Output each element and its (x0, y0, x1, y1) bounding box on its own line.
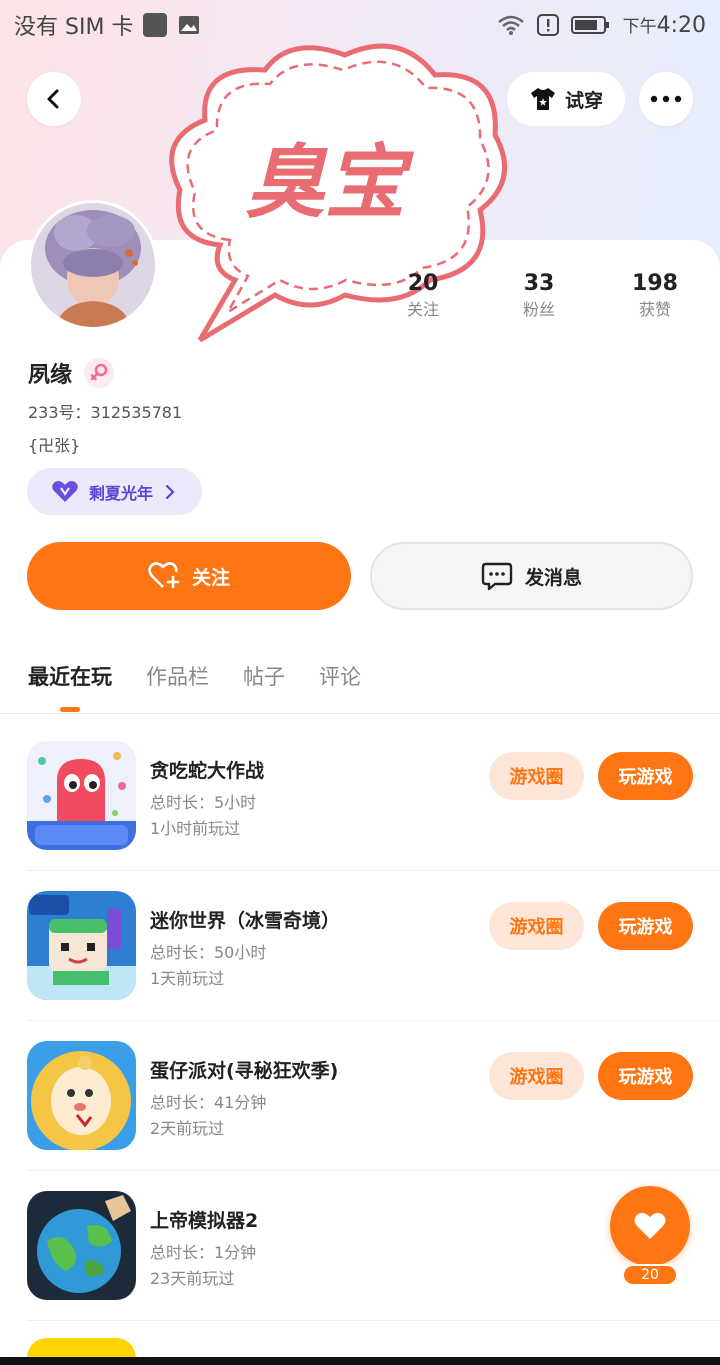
list-item[interactable]: 贪吃蛇大作战 总时长：5小时 1小时前玩过 游戏圈 玩游戏 (0, 721, 720, 871)
profile-tabs: 最近在玩 作品栏 帖子 评论 (28, 660, 361, 694)
name-row: 夙缘 (28, 357, 115, 389)
tab-posts[interactable]: 帖子 (243, 660, 285, 694)
game-duration: 总时长：50小时 (150, 943, 267, 962)
message-label: 发消息 (524, 566, 582, 589)
user-name: 夙缘 (28, 363, 73, 388)
game-circle-button[interactable]: 游戏圈 (489, 752, 584, 800)
gallery-icon (179, 16, 200, 34)
play-game-button[interactable]: 玩游戏 (598, 902, 693, 950)
game-title: 贪吃蛇大作战 (150, 760, 265, 782)
heart-badge-icon (52, 480, 78, 502)
wifi-icon (497, 15, 524, 35)
game-circle-button[interactable]: 游戏圈 (489, 1052, 584, 1100)
list-item[interactable]: 迷你世界（冰雪奇境） 总时长：50小时 1天前玩过 游戏圈 玩游戏 (0, 871, 720, 1021)
clock-prefix: 下午 (622, 17, 657, 37)
like-count: 20 (622, 1264, 678, 1286)
battery-icon (570, 16, 609, 34)
stat-fans[interactable]: 33 粉丝 (489, 270, 589, 322)
stat-likes-label: 获赞 (638, 300, 671, 319)
game-duration: 总时长：41分钟 (150, 1093, 267, 1112)
heart-add-icon (148, 562, 180, 589)
carrier-label: 没有 SIM 卡 (14, 15, 134, 40)
game-title: 迷你世界（冰雪奇境） (150, 910, 341, 932)
chevron-left-icon (47, 89, 59, 109)
tab-comments[interactable]: 评论 (319, 660, 361, 694)
sticker-text: 臭宝 (245, 136, 415, 229)
game-last-played: 1小时前玩过 (150, 819, 241, 838)
more-button[interactable] (639, 72, 693, 126)
play-game-button[interactable]: 玩游戏 (598, 752, 693, 800)
group-label: 剩夏光年 (89, 483, 154, 503)
message-button[interactable]: 发消息 (370, 542, 693, 610)
like-button[interactable] (610, 1186, 690, 1266)
chat-icon (481, 562, 513, 591)
follow-label: 关注 (191, 566, 230, 589)
game-circle-button[interactable]: 游戏圈 (489, 902, 584, 950)
bottom-edge (0, 1357, 720, 1365)
stat-likes[interactable]: 198 获赞 (605, 270, 705, 322)
stat-following-count: 20 (407, 271, 439, 296)
game-duration: 总时长：5小时 (150, 793, 257, 812)
shirt-icon (530, 88, 555, 110)
clock: 下午4:20 (623, 12, 706, 38)
user-id: 233号：312535781 (28, 403, 183, 422)
game-duration: 总时长：1分钟 (150, 1243, 257, 1262)
tab-indicator (60, 707, 80, 712)
game-last-played: 2天前玩过 (150, 1119, 225, 1138)
female-icon (84, 358, 115, 388)
clock-time: 4:20 (656, 13, 706, 38)
game-last-played: 23天前玩过 (150, 1269, 235, 1288)
try-on-label: 试穿 (564, 89, 603, 112)
stat-following[interactable]: 20 关注 (373, 270, 473, 322)
list-item[interactable]: 蛋仔派对(寻秘狂欢季) 总时长：41分钟 2天前玩过 游戏圈 玩游戏 (0, 1021, 720, 1171)
group-chip[interactable]: 剩夏光年 (27, 468, 202, 515)
follow-button[interactable]: 关注 (27, 542, 351, 610)
snake-game-icon (27, 741, 136, 850)
game-last-played: 1天前玩过 (150, 969, 225, 988)
user-bio: {卍张} (28, 436, 81, 455)
avatar-image (31, 203, 155, 327)
tabs-divider (0, 713, 720, 714)
avatar[interactable] (28, 200, 158, 330)
stat-likes-count: 198 (632, 271, 678, 296)
more-dots-icon (650, 95, 682, 103)
mini-world-icon (27, 891, 136, 1000)
chevron-right-icon (165, 484, 175, 499)
notification-icon (143, 13, 168, 37)
god-simulator-icon (27, 1191, 136, 1300)
stat-fans-count: 33 (523, 271, 555, 296)
like-fab[interactable]: 20 (598, 1186, 694, 1290)
eggy-party-icon (27, 1041, 136, 1150)
try-on-button[interactable]: 试穿 (507, 72, 625, 126)
game-title: 上帝模拟器2 (150, 1210, 259, 1232)
tab-recent-play[interactable]: 最近在玩 (28, 660, 112, 694)
play-game-button[interactable]: 玩游戏 (598, 1052, 693, 1100)
tab-works[interactable]: 作品栏 (146, 660, 209, 694)
stat-following-label: 关注 (406, 300, 439, 319)
heart-icon (634, 1212, 666, 1239)
back-button[interactable] (27, 72, 81, 126)
stat-fans-label: 粉丝 (522, 300, 555, 319)
alert-icon (536, 14, 559, 36)
game-title: 蛋仔派对(寻秘狂欢季) (150, 1060, 339, 1082)
row-divider (27, 1320, 720, 1321)
